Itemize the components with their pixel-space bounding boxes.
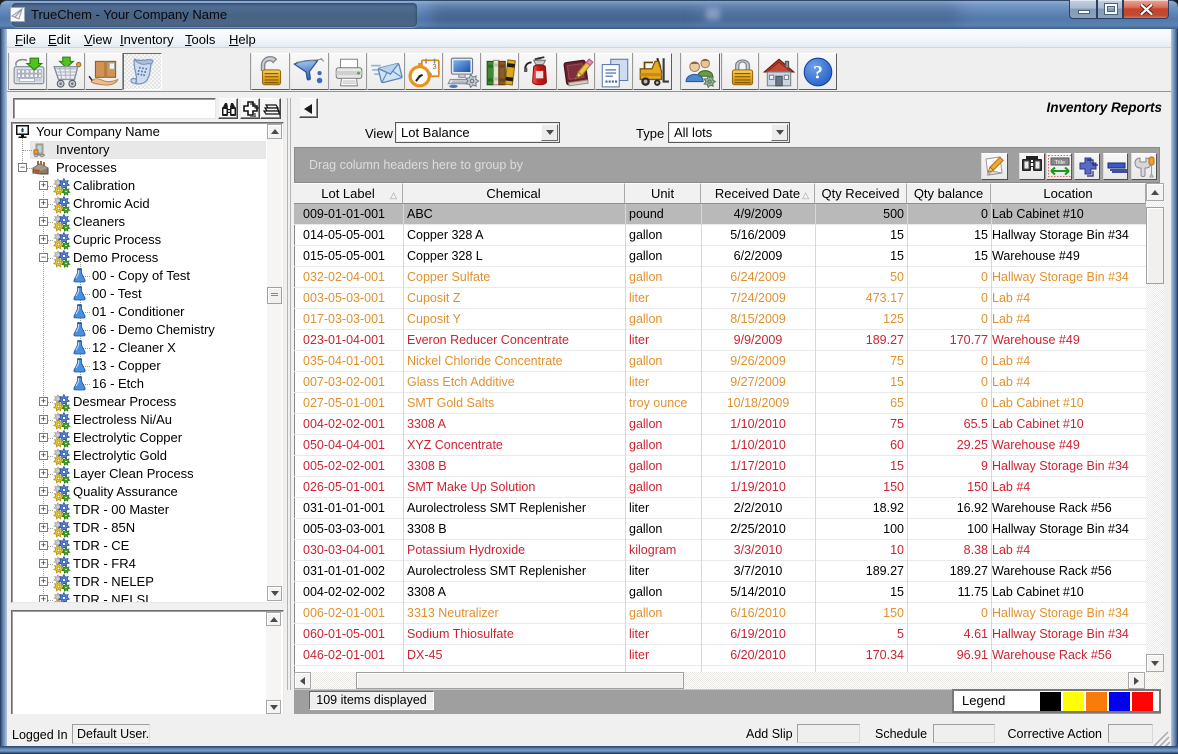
svg-text:3: 3	[432, 62, 436, 71]
svg-text:?: ?	[813, 62, 823, 83]
svg-text:Title: Title	[1055, 160, 1065, 166]
